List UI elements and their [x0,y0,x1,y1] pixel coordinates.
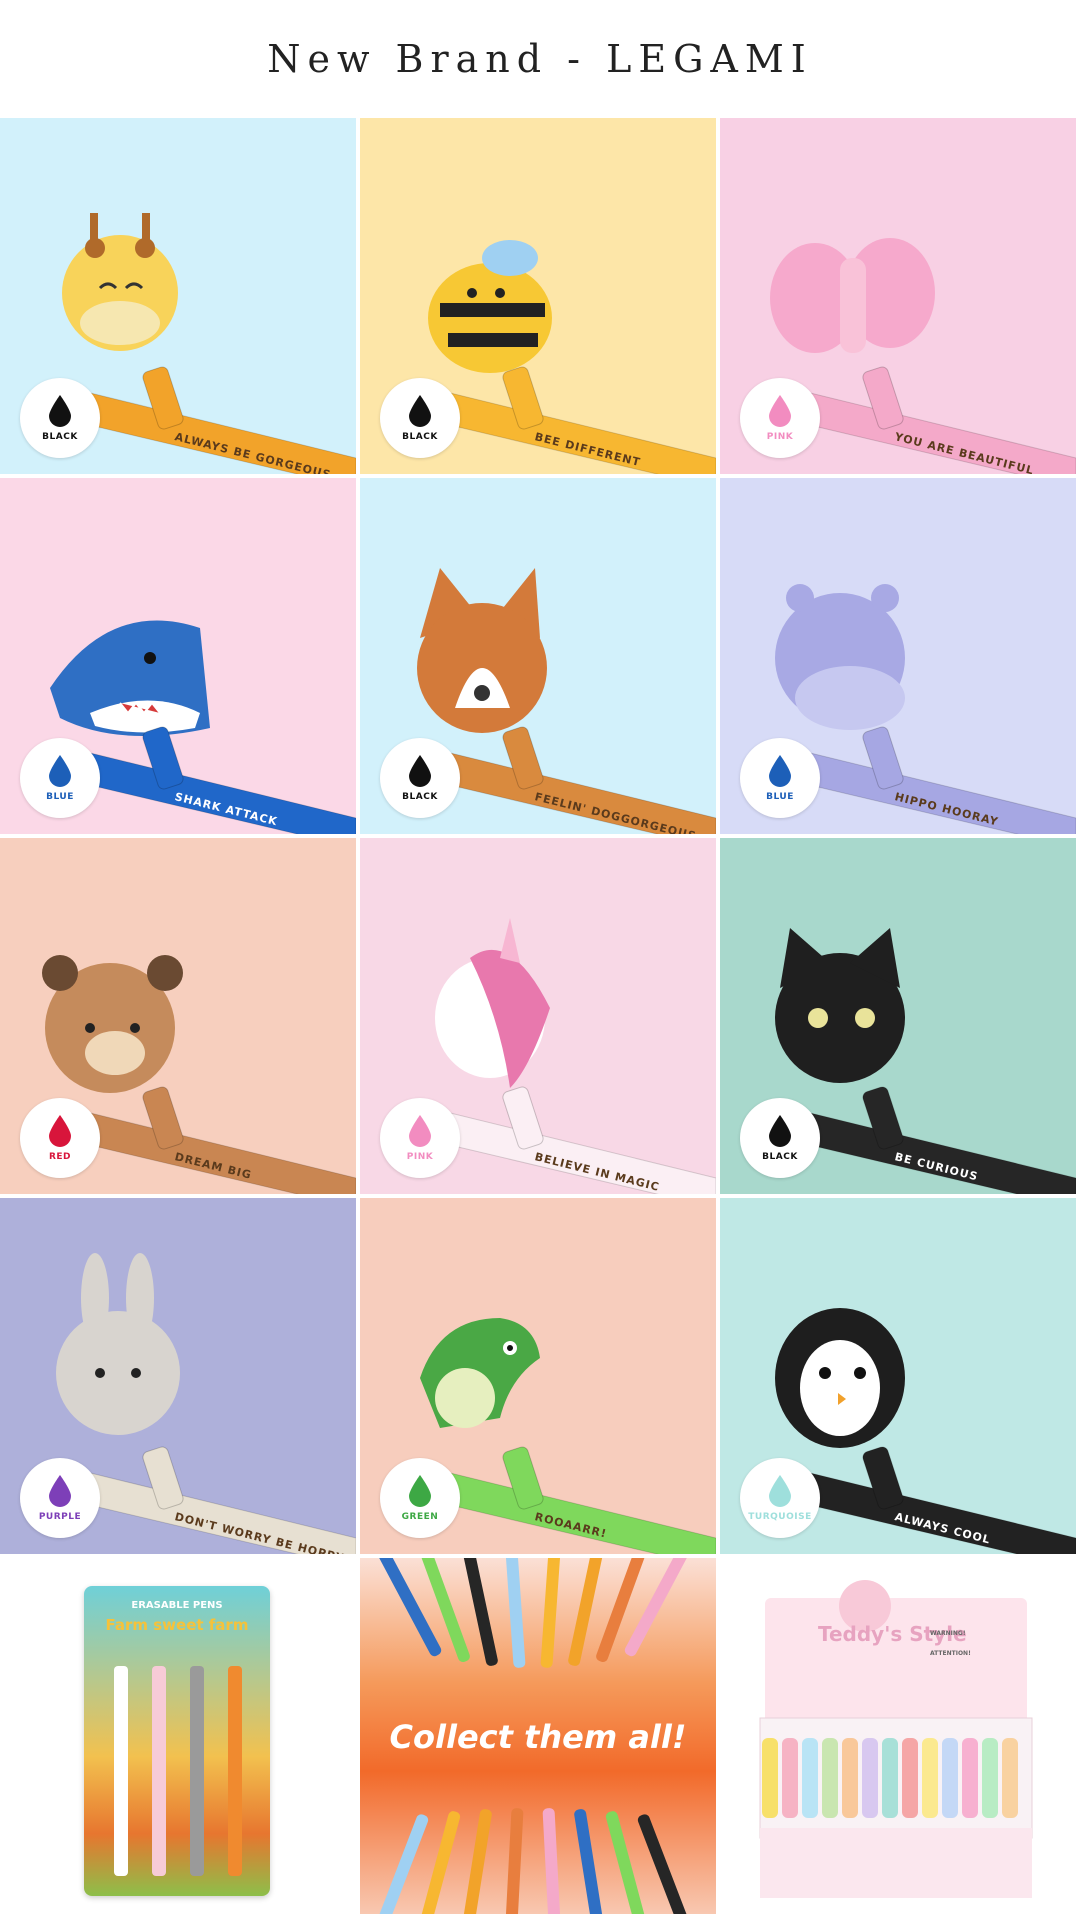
product-tile-butterfly[interactable]: YOU ARE BEAUTIFUL PINK [720,118,1076,474]
collect-them-all-text: Collect them all! [389,1718,687,1756]
display-box-icon [759,1580,1033,1898]
ink-color-label: PURPLE [38,1512,82,1522]
ink-drop-icon [409,1115,431,1147]
ink-color-badge: BLACK [20,378,100,458]
ink-color-badge: BLACK [380,378,460,458]
product-tile-giraffe[interactable]: ALWAYS BE GORGEOUS BLACK [0,118,356,474]
ink-drop-icon [769,1475,791,1507]
ink-color-badge: PINK [740,378,820,458]
product-tile-hippo[interactable]: HIPPO HOORAY BLUE [720,478,1076,834]
ink-color-badge: PINK [380,1098,460,1178]
ink-drop-icon [409,395,431,427]
product-tile-cat[interactable]: BE CURIOUS BLACK [720,838,1076,1194]
ink-drop-icon [409,1475,431,1507]
ink-drop-icon [49,1475,71,1507]
product-tile-bunny[interactable]: DON'T WORRY BE HOPPY PURPLE [0,1198,356,1554]
ink-color-label: BLACK [402,792,438,802]
ink-drop-icon [769,1115,791,1147]
ink-color-badge: BLUE [20,738,100,818]
product-tile-bear[interactable]: DREAM BIG RED [0,838,356,1194]
ink-color-label: BLACK [402,432,438,442]
ink-color-badge: BLUE [740,738,820,818]
product-tile-bee[interactable]: BEE DIFFERENT BLACK [360,118,716,474]
ink-color-label: BLUE [766,792,794,802]
product-tile-corgi[interactable]: FEELIN' DOGGORGEOUS BLACK [360,478,716,834]
pack-title: ERASABLE PENS [131,1600,223,1611]
product-tile-unicorn[interactable]: BELIEVE IN MAGIC PINK [360,838,716,1194]
ink-color-label: TURQUOISE [748,1512,812,1522]
product-tile-shark[interactable]: SHARK ATTACK BLUE [0,478,356,834]
ink-color-label: RED [48,1152,72,1162]
ink-drop-icon [769,395,791,427]
ink-color-label: BLUE [46,792,74,802]
pen-pack-card: ERASABLE PENS Farm sweet farm [84,1586,270,1896]
ink-drop-icon [409,755,431,787]
ink-color-badge: BLACK [740,1098,820,1178]
ink-drop-icon [49,395,71,427]
display-warning: WARNING! [930,1630,966,1637]
product-pack-tile[interactable]: ERASABLE PENS Farm sweet farm [0,1558,356,1914]
ink-color-label: PINK [766,432,794,442]
ink-color-label: PINK [406,1152,434,1162]
ink-drop-icon [49,1115,71,1147]
pack-subtitle: Farm sweet farm [105,1616,249,1634]
display-attention: ATTENTION! [930,1650,971,1657]
page-header: New Brand - LEGAMI [0,0,1080,118]
ink-color-badge: RED [20,1098,100,1178]
ink-color-label: GREEN [401,1512,439,1522]
ink-color-label: BLACK [42,432,78,442]
product-grid: ALWAYS BE GORGEOUS BLACK BEE DIFFERENT BLAC… [0,118,1080,1914]
ink-color-badge: GREEN [380,1458,460,1538]
ink-color-label: BLACK [762,1152,798,1162]
ink-drop-icon [769,755,791,787]
page-title: New Brand - LEGAMI [267,37,813,81]
product-tile-dino[interactable]: ROOAARR! GREEN [360,1198,716,1554]
collect-them-all-tile[interactable]: Collect them all! [360,1558,716,1914]
ink-drop-icon [49,755,71,787]
teddys-style-display-tile[interactable]: Teddy's Style WARNING! ATTENTION! [720,1558,1076,1914]
ink-color-badge: PURPLE [20,1458,100,1538]
ink-color-badge: BLACK [380,738,460,818]
ink-color-badge: TURQUOISE [740,1458,820,1538]
product-tile-penguin[interactable]: ALWAYS COOL TURQUOISE [720,1198,1076,1554]
